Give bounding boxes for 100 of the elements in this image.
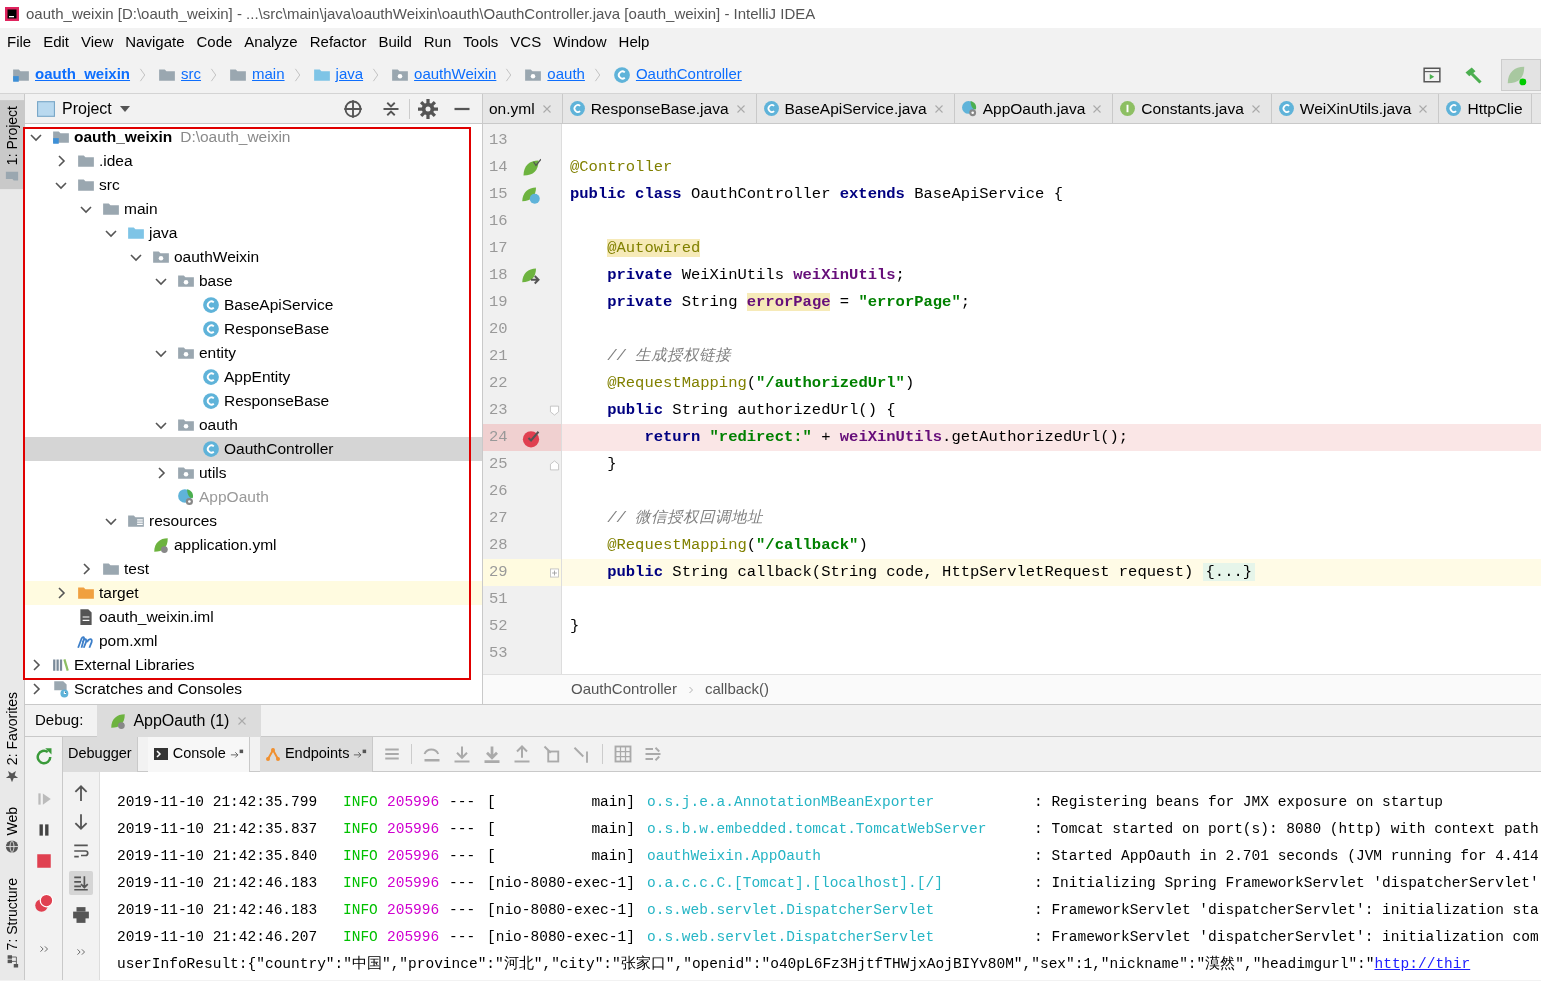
tree-item[interactable]: java bbox=[25, 221, 482, 245]
menu-item[interactable]: Window bbox=[548, 30, 614, 54]
spring-class-icon bbox=[960, 100, 978, 117]
tool-window-tab[interactable]: Web bbox=[0, 801, 26, 860]
up-arrow-icon[interactable] bbox=[72, 784, 90, 802]
tree-item[interactable]: base bbox=[25, 269, 482, 293]
tree-item[interactable]: resources bbox=[25, 509, 482, 533]
evaluate-icon[interactable] bbox=[613, 744, 634, 764]
editor-tab[interactable]: Constants.java bbox=[1113, 94, 1272, 123]
bean-icon[interactable] bbox=[521, 157, 542, 178]
fold-marker-icon[interactable] bbox=[548, 457, 561, 472]
debug-tab[interactable]: Endpoints bbox=[259, 737, 374, 772]
locate-icon[interactable] bbox=[343, 98, 363, 119]
settings-icon[interactable] bbox=[418, 98, 438, 119]
tree-item[interactable]: oauth_weixin.iml bbox=[25, 605, 482, 629]
tree-item[interactable]: oauth bbox=[25, 413, 482, 437]
tree-item[interactable]: BaseApiService bbox=[25, 293, 482, 317]
class-icon bbox=[1445, 100, 1463, 117]
editor-tab[interactable]: on.yml bbox=[483, 94, 563, 123]
tree-item[interactable]: Scratches and Consoles bbox=[25, 677, 482, 701]
breadcrumb-item[interactable]: callback() bbox=[704, 678, 770, 701]
breakpoints-icon[interactable] bbox=[33, 893, 54, 913]
folder-icon bbox=[102, 200, 120, 218]
menu-item[interactable]: Build bbox=[373, 30, 419, 54]
session-tab[interactable]: AppOauth (1) bbox=[97, 704, 262, 737]
run-window-icon[interactable] bbox=[1423, 65, 1441, 84]
line-number: 24 bbox=[488, 426, 509, 448]
menu-item[interactable]: Run bbox=[418, 30, 459, 54]
down-arrow-icon[interactable] bbox=[72, 813, 90, 831]
panel-label: Debug: bbox=[35, 710, 84, 731]
editor-tab[interactable]: ResponseBase.java bbox=[562, 94, 757, 123]
line-number: 14 bbox=[488, 156, 509, 178]
tree-item[interactable]: oauth_weixin D:\oauth_weixin bbox=[25, 125, 482, 149]
tree-item[interactable]: .idea bbox=[25, 149, 482, 173]
menu-item[interactable]: Refactor bbox=[304, 30, 374, 54]
tree-item[interactable]: External Libraries bbox=[25, 653, 482, 677]
log-line: 2019-11-10 21:42:35.837 INFO 205996 --- [ main] o.s.b.w.embedded.tomcat.TomcatWebServer : Tomcat started on port(s): 8080 (http) with context path bbox=[117, 819, 1539, 839]
breadcrumb-item[interactable]: OauthController bbox=[571, 678, 677, 701]
tree-item[interactable]: application.yml bbox=[25, 533, 482, 557]
tree-item[interactable]: entity bbox=[25, 341, 482, 365]
folder-icon bbox=[77, 584, 95, 602]
line-number: 23 bbox=[488, 399, 509, 421]
print-icon[interactable] bbox=[72, 906, 90, 924]
structure-icon bbox=[5, 954, 19, 968]
document-icon bbox=[77, 608, 95, 626]
menu-item[interactable]: File bbox=[2, 30, 39, 54]
scroll-to-end-icon[interactable] bbox=[69, 871, 93, 895]
tree-item[interactable]: src bbox=[25, 173, 482, 197]
soft-wrap-icon[interactable] bbox=[72, 842, 90, 860]
tree-item[interactable]: main bbox=[25, 197, 482, 221]
step-into-icon[interactable] bbox=[452, 744, 473, 764]
debug-tab[interactable]: Console bbox=[147, 737, 250, 772]
editor-tab[interactable]: AppOauth.java bbox=[954, 94, 1114, 123]
tool-window-tab[interactable]: 7: Structure bbox=[0, 871, 26, 974]
tree-item[interactable]: ResponseBase bbox=[25, 317, 482, 341]
fold-marker-icon[interactable] bbox=[548, 565, 561, 580]
menu-item[interactable]: Analyze bbox=[239, 30, 305, 54]
tree-item[interactable]: utils bbox=[25, 461, 482, 485]
code-line: @RequestMapping("/authorizedUrl") bbox=[606, 372, 915, 394]
breadcrumb-item[interactable]: oauthWeixin bbox=[391, 63, 503, 86]
folder-icon bbox=[127, 224, 145, 242]
tree-item[interactable]: pom.xml bbox=[25, 629, 482, 653]
force-step-into-icon[interactable] bbox=[482, 744, 503, 764]
breadcrumb-item[interactable]: OauthController bbox=[612, 63, 748, 86]
step-out-icon[interactable] bbox=[512, 744, 533, 764]
tree-item[interactable]: target bbox=[25, 581, 482, 605]
menu-item[interactable]: Code bbox=[191, 30, 240, 54]
tree-item[interactable]: OauthController bbox=[25, 437, 482, 461]
tree-item[interactable]: test bbox=[25, 557, 482, 581]
tree-item[interactable]: ResponseBase bbox=[25, 389, 482, 413]
line-number: 15 bbox=[488, 183, 509, 205]
tool-window-tab[interactable]: 2: Favorites bbox=[0, 685, 26, 790]
menu-item[interactable]: Navigate bbox=[120, 30, 192, 54]
tool-window-tab[interactable]: 1: Project bbox=[0, 100, 26, 190]
debug-tab[interactable]: Debugger bbox=[63, 737, 138, 772]
breadcrumb-item[interactable]: main bbox=[229, 63, 291, 86]
stop-icon[interactable] bbox=[34, 852, 53, 870]
breadcrumb-item[interactable]: oauth bbox=[524, 63, 591, 86]
editor-tab[interactable]: BaseApiService.java bbox=[756, 94, 955, 123]
line-number: 21 bbox=[488, 345, 509, 367]
view-dropdown[interactable]: Project bbox=[37, 96, 131, 121]
breadcrumb-item[interactable]: oauth_weixin bbox=[12, 63, 137, 86]
editor-tab[interactable]: HttpClie bbox=[1439, 94, 1532, 123]
menu-item[interactable]: View bbox=[76, 30, 121, 54]
editor-tab[interactable]: WeiXinUtils.java bbox=[1271, 94, 1440, 123]
menu-item[interactable]: Tools bbox=[458, 30, 506, 54]
trace-icon[interactable] bbox=[643, 744, 664, 764]
tree-item[interactable]: AppEntity bbox=[25, 365, 482, 389]
rerun-icon[interactable] bbox=[33, 747, 54, 767]
tree-item[interactable]: oauthWeixin bbox=[25, 245, 482, 269]
menu-item[interactable]: Edit bbox=[38, 30, 77, 54]
menu-item[interactable]: VCS bbox=[505, 30, 549, 54]
code-line: public class OauthController extends BaseApiService { bbox=[570, 183, 1063, 205]
breadcrumb-item[interactable]: java bbox=[312, 63, 370, 86]
breadcrumb-item[interactable]: src bbox=[158, 63, 208, 86]
menu-item[interactable]: Help bbox=[613, 30, 657, 54]
class-icon bbox=[568, 100, 586, 117]
code-line: // 微信授权回调地址 bbox=[606, 507, 764, 529]
fold-marker-icon[interactable] bbox=[548, 403, 561, 418]
spring-run-icon[interactable] bbox=[1501, 58, 1541, 91]
